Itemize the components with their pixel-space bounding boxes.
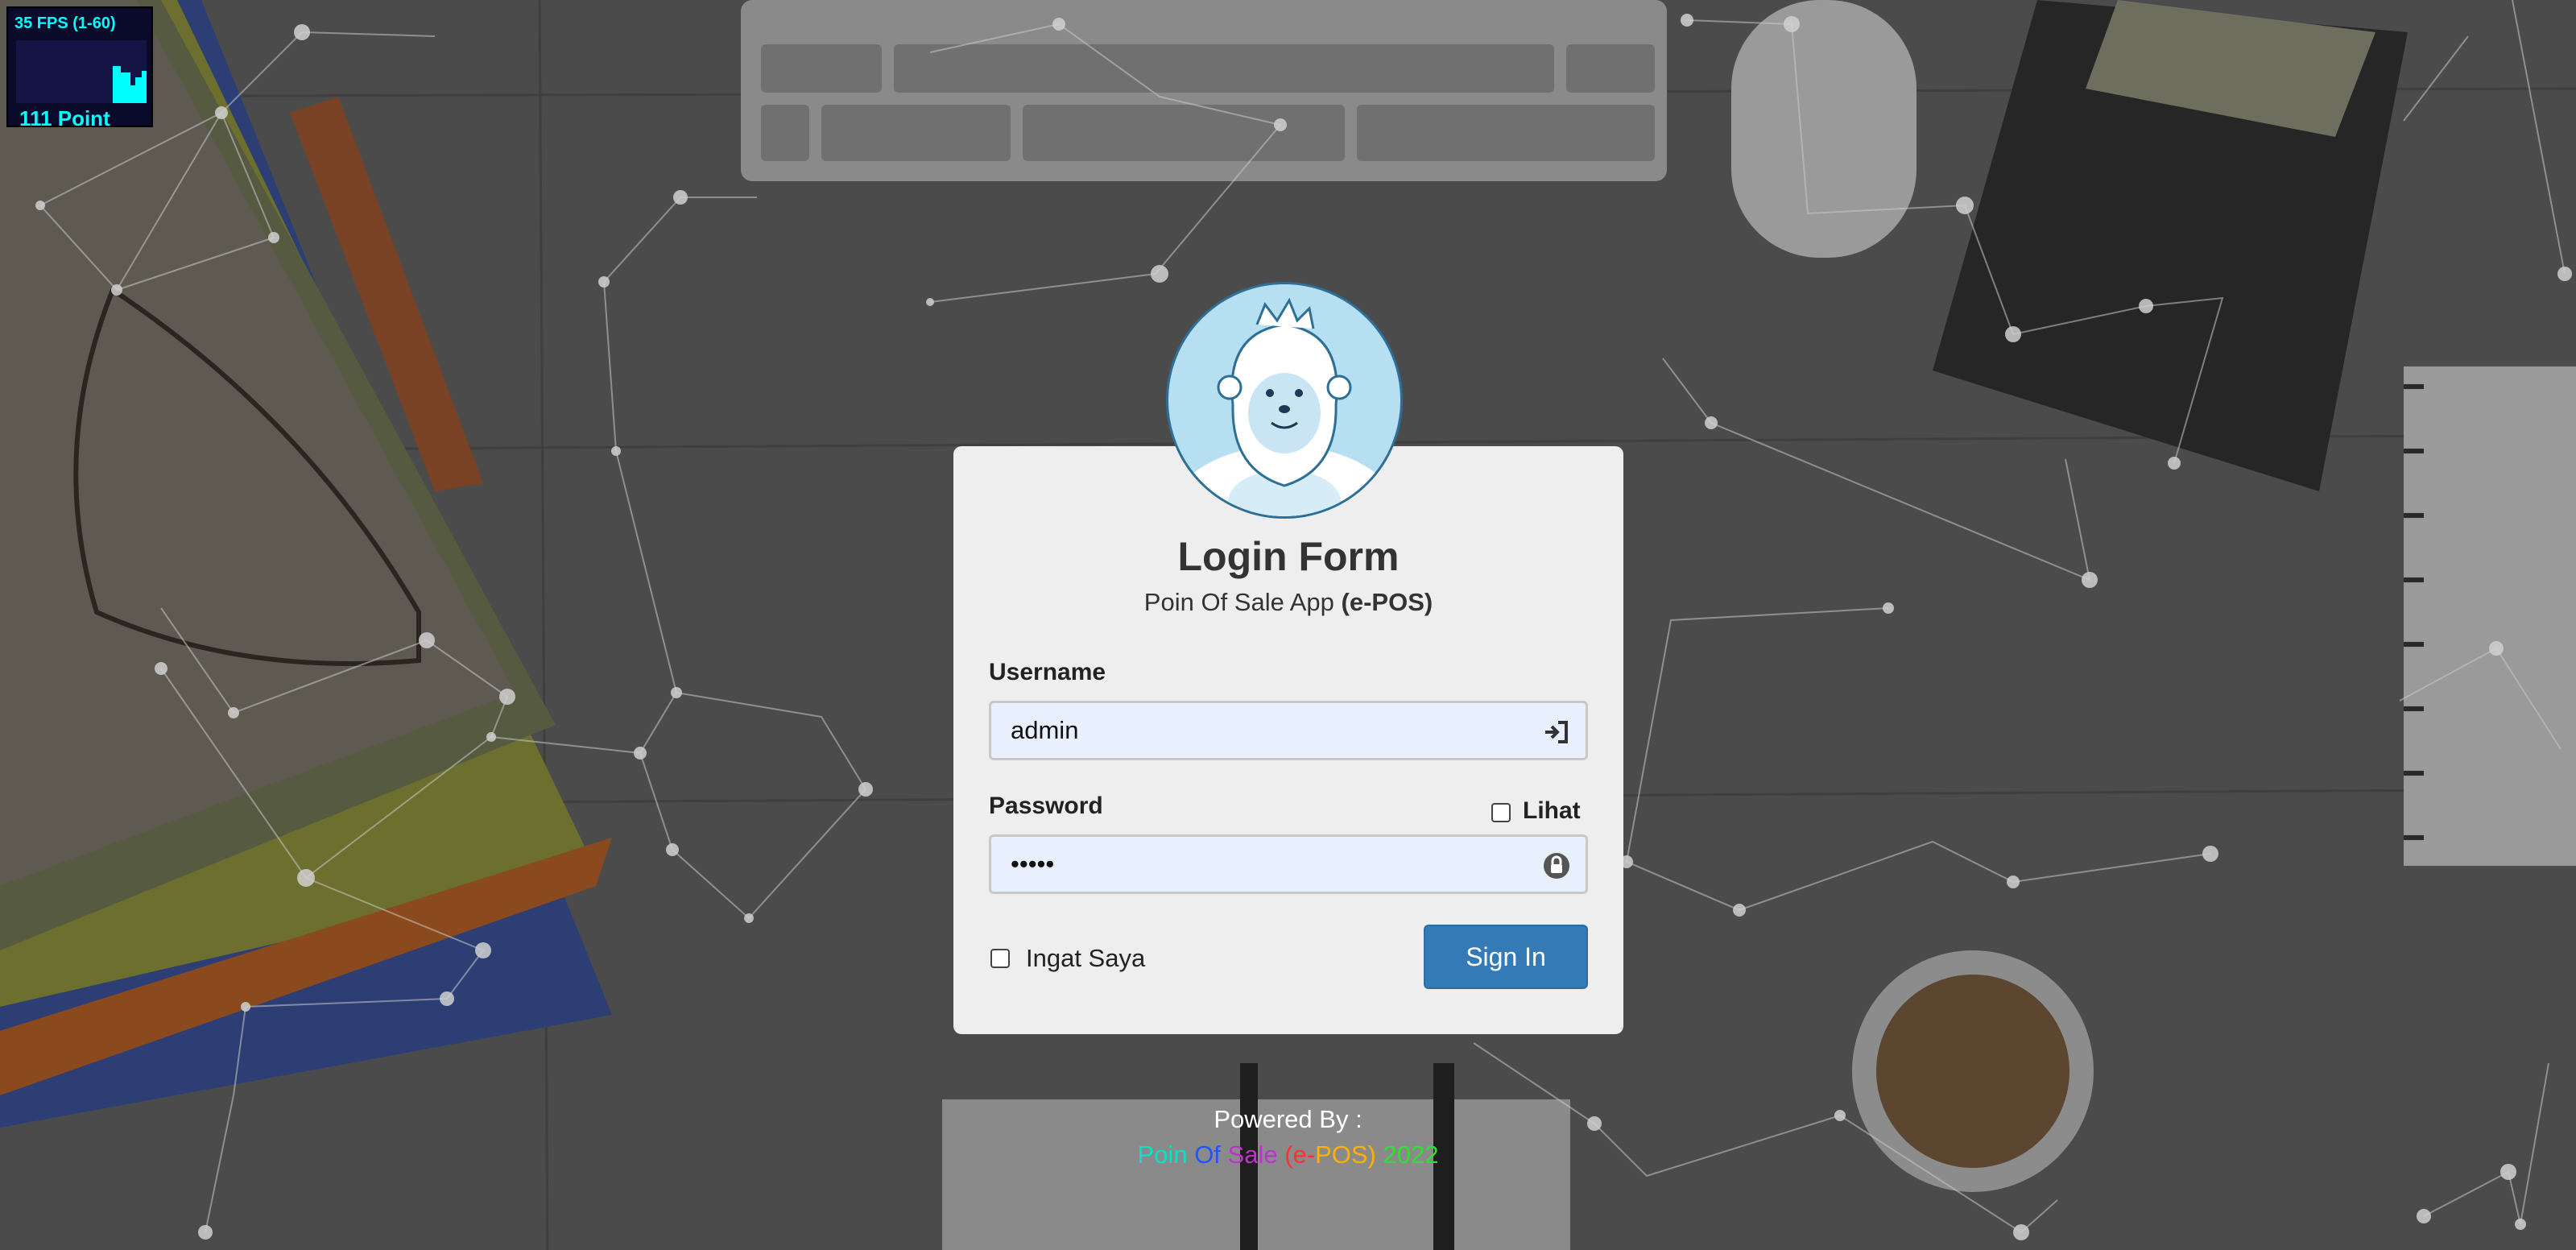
brand-part: 2022 <box>1383 1140 1439 1169</box>
username-label: Username <box>989 659 1106 685</box>
show-password-label[interactable]: Lihat <box>1523 797 1581 825</box>
username-input[interactable] <box>1011 703 1510 758</box>
page-subtitle: Poin Of Sale App (e-POS) <box>953 588 1623 617</box>
fps-graph <box>16 40 147 103</box>
yeti-mascot-icon <box>1166 282 1403 519</box>
password-input[interactable] <box>1011 837 1510 892</box>
brand-part: Sale <box>1227 1140 1285 1169</box>
subtitle-bold: (e-POS) <box>1341 588 1433 616</box>
points-text: 111 Point <box>19 106 110 130</box>
brand-part: Of <box>1194 1140 1228 1169</box>
powered-by-text: Powered By : <box>1214 1105 1362 1133</box>
password-label: Password <box>989 793 1103 819</box>
brand-footer: Poin Of Sale (e-POS) 2022 <box>0 1140 2576 1169</box>
subtitle-text: Poin Of Sale App <box>1143 588 1342 616</box>
fps-meter: 35 FPS (1-60) 111 Point <box>6 6 153 130</box>
brand-part: Poin <box>1137 1140 1195 1169</box>
fps-text: 35 FPS (1-60) <box>14 14 116 32</box>
brand-part: POS) <box>1315 1140 1383 1169</box>
remember-me-label[interactable]: Ingat Saya <box>1026 944 1145 973</box>
remember-me-checkbox[interactable] <box>990 949 1010 968</box>
lock-icon <box>1544 853 1569 879</box>
login-card: Login Form Poin Of Sale App (e-POS) User… <box>953 446 1623 1034</box>
sign-in-icon <box>1545 721 1568 743</box>
brand-part: (e- <box>1284 1140 1316 1169</box>
sign-in-button[interactable]: Sign In <box>1424 925 1588 989</box>
username-field[interactable] <box>989 701 1588 760</box>
page-title: Login Form <box>1177 534 1400 579</box>
show-password-checkbox[interactable] <box>1491 803 1511 822</box>
password-field[interactable] <box>989 834 1588 894</box>
